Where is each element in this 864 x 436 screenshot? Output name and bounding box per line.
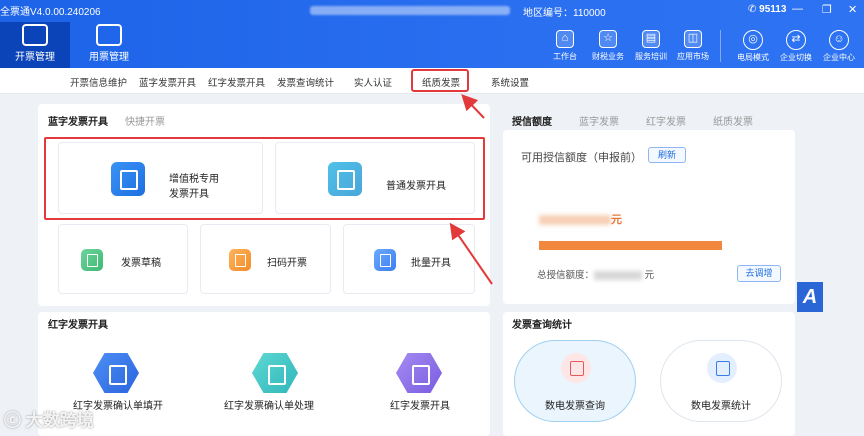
quick-finance[interactable]: ☆ 财税业务 [588,30,628,62]
qr-code-icon [229,249,251,271]
close-button[interactable]: ✕ [848,3,857,16]
red-issue-icon [396,353,442,393]
top-bar: 全票通V4.0.00.240206 地区编号：110000 ✆ 95113 — … [0,0,864,68]
query-invoice-card[interactable]: 数电发票查询 [514,340,636,422]
submenu-red-invoice[interactable]: 红字发票开具 [208,75,265,89]
scan-card[interactable]: 扫码开票 [200,224,331,294]
stats-label: 数电发票统计 [691,401,751,412]
submenu-identity[interactable]: 实人认证 [354,75,392,89]
red-issue-label: 红字发票开具 [390,401,450,412]
refresh-button[interactable]: 刷新 [648,147,686,163]
watermark: ⓒ 大数跨境 [4,411,94,430]
user-icon: ☺ [829,30,849,50]
tab-blue[interactable]: 蓝字发票 [579,113,619,128]
invoice-search-icon [561,353,591,383]
quick-workbench[interactable]: ⌂ 工作台 [545,30,585,62]
highlight-paper-invoice [411,69,469,92]
tab-red[interactable]: 红字发票 [646,113,686,128]
bar-chart-icon [707,353,737,383]
highlight-invoice-cards [44,137,485,220]
red-confirm-process-card[interactable]: 红字发票确认单处理 [196,333,340,436]
quick-tax-mode[interactable]: ◎ 电局模式 [733,30,773,63]
draft-label: 发票草稿 [121,258,161,269]
tab-credit[interactable]: 授信额度 [512,113,552,128]
blue-invoice-title: 蓝字发票开具 [48,117,108,128]
tab-paper[interactable]: 纸质发票 [713,113,753,128]
query-label: 数电发票查询 [545,401,605,412]
confirm-process-label: 红字发票确认单处理 [224,401,314,412]
credit-panel: 可用授信额度（申报前） 刷新 元 总授信额度： 元 去调增 [503,130,795,304]
quick-company-center[interactable]: ☺ 企业中心 [819,30,859,63]
stats-invoice-card[interactable]: 数电发票统计 [660,340,782,422]
submenu-blue-invoice[interactable]: 蓝字发票开具 [139,75,196,89]
ticket-management-icon [96,24,122,46]
available-credit-amount: 元 [539,211,622,227]
available-credit-label: 可用授信额度（申报前） [521,152,642,164]
scan-label: 扫码开票 [267,258,307,269]
market-icon: ◫ [684,30,702,48]
total-credit: 总授信额度： 元 [537,270,655,281]
adjust-button[interactable]: 去调增 [737,265,781,282]
tab-invoice-management[interactable]: 开票管理 [0,22,70,68]
training-icon: ▤ [642,30,660,48]
query-stats-title: 发票查询统计 [512,320,572,331]
quick-market[interactable]: ◫ 应用市场 [673,30,713,62]
red-invoice-title: 红字发票开具 [48,320,108,331]
tab-ticket-management[interactable]: 用票管理 [74,22,144,68]
draft-icon [81,249,103,271]
redacted-company-name [310,6,510,15]
finance-icon: ☆ [599,30,617,48]
batch-icon [374,249,396,271]
tab-quick-invoice[interactable]: 快捷开票 [125,113,165,128]
submenu-query-stats[interactable]: 发票查询统计 [277,75,334,89]
redacted-total [594,270,643,280]
invoice-management-icon [22,24,48,46]
redacted-amount [539,215,611,226]
confirm-process-icon [252,353,298,393]
quick-training[interactable]: ▤ 服务培训 [631,30,671,62]
draft-card[interactable]: 发票草稿 [58,224,188,294]
batch-card[interactable]: 批量开具 [343,224,475,294]
submenu-settings[interactable]: 系统设置 [491,75,529,89]
quick-switch-company[interactable]: ⇄ 企业切换 [776,30,816,63]
hotline[interactable]: ✆ 95113 [748,4,786,15]
app-title: 全票通V4.0.00.240206 [0,7,101,18]
credit-progress-bar [539,241,722,250]
minimize-button[interactable]: — [792,3,803,15]
red-issue-card[interactable]: 红字发票开具 [346,333,484,436]
tax-mode-icon: ◎ [743,30,763,50]
switch-icon: ⇄ [786,30,806,50]
batch-label: 批量开具 [411,258,451,269]
maximize-button[interactable]: ❐ [822,3,832,16]
divider [720,30,721,62]
confirm-fill-icon [93,353,139,393]
submenu-invoice-info[interactable]: 开票信息维护 [70,75,127,89]
home-icon: ⌂ [556,30,574,48]
region-code: 地区编号：110000 [523,8,606,19]
floating-logo[interactable]: A [797,282,823,312]
